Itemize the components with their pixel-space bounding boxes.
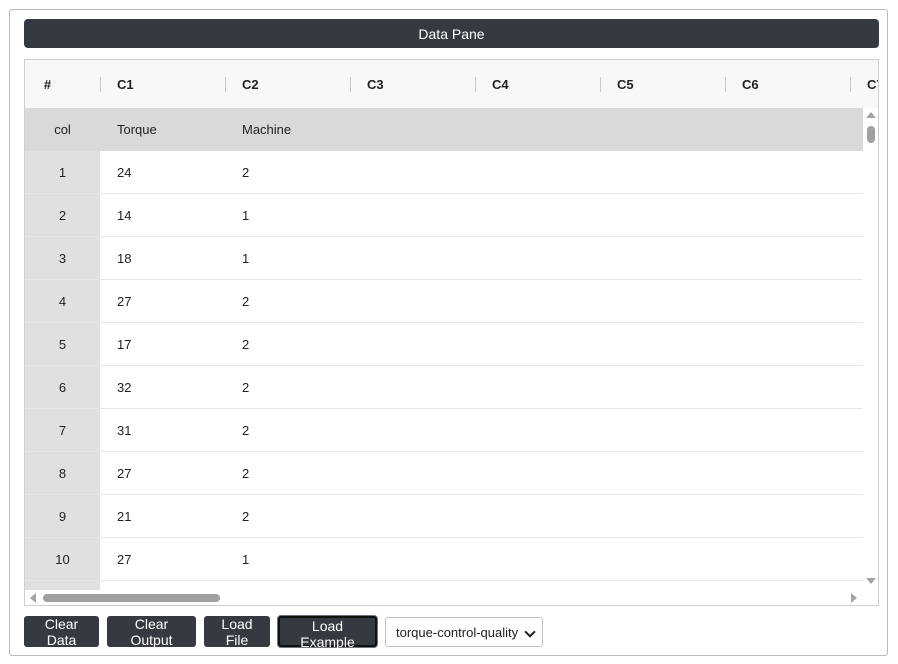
table-cell[interactable]: 32 [100,366,225,408]
table-cell[interactable]: 27 [100,280,225,322]
table-cell[interactable]: 31 [100,409,225,451]
table-cell[interactable]: 27 [100,538,225,580]
column-header-row: # C1 C2 C3 C4 C5 C6 C7 [25,60,878,109]
table-row: 6 32 2 [25,366,863,409]
column-label-row: col Torque Machine [25,108,863,151]
row-number: 8 [25,452,100,494]
column-header-c7[interactable]: C7 [850,60,878,108]
table-row: 1 24 2 [25,151,863,194]
table-row: 7 31 2 [25,409,863,452]
horizontal-scroll-thumb[interactable] [43,594,220,602]
row-number: 3 [25,237,100,279]
column-header-c4[interactable]: C4 [475,60,600,108]
table-row: 3 18 1 [25,237,863,280]
scroll-down-arrow-icon[interactable] [866,578,876,584]
column-header-c6[interactable]: C6 [725,60,850,108]
row-number [25,581,100,590]
table-cell[interactable]: 2 [225,323,350,365]
row-number: 2 [25,194,100,236]
table-row [25,581,863,590]
row-number: 5 [25,323,100,365]
table-row: 4 27 2 [25,280,863,323]
vertical-scroll-thumb[interactable] [867,126,875,143]
vertical-scrollbar[interactable] [863,108,878,590]
example-dataset-select[interactable]: torque-control-quality [385,617,543,647]
column-header-index[interactable]: # [25,60,70,108]
table-cell[interactable]: 21 [100,495,225,537]
row-number: 6 [25,366,100,408]
table-row: 9 21 2 [25,495,863,538]
table-cell[interactable]: 18 [100,237,225,279]
load-example-button[interactable]: Load Example [278,616,377,650]
column-header-c1[interactable]: C1 [100,60,225,108]
scroll-right-arrow-icon[interactable] [851,593,857,603]
column-name-cell-c1[interactable]: Torque [100,108,225,150]
table-cell[interactable]: 14 [100,194,225,236]
column-header-c2[interactable]: C2 [225,60,350,108]
table-cell[interactable]: 2 [225,280,350,322]
grid-body: col Torque Machine 1 24 2 2 14 1 3 18 1 … [25,108,863,590]
clear-data-button[interactable]: Clear Data [24,616,99,648]
table-row: 2 14 1 [25,194,863,237]
table-cell[interactable]: 2 [225,452,350,494]
table-cell[interactable]: 1 [225,237,350,279]
table-cell[interactable]: 27 [100,452,225,494]
chevron-down-icon [524,626,536,638]
column-header-c3[interactable]: C3 [350,60,475,108]
table-cell[interactable]: 2 [225,409,350,451]
table-cell[interactable]: 17 [100,323,225,365]
horizontal-scrollbar[interactable] [25,590,878,605]
row-number: 4 [25,280,100,322]
scroll-up-arrow-icon[interactable] [866,112,876,118]
table-cell[interactable]: 1 [225,538,350,580]
row-number: 9 [25,495,100,537]
table-cell[interactable]: 24 [100,151,225,193]
row-number: 1 [25,151,100,193]
table-cell[interactable]: 2 [225,366,350,408]
table-cell[interactable]: 2 [225,495,350,537]
row-header-label: col [25,108,100,150]
data-grid: # C1 C2 C3 C4 C5 C6 C7 col Torque Machin… [24,59,879,606]
column-name-cell-c2[interactable]: Machine [225,108,350,150]
column-header-c5[interactable]: C5 [600,60,725,108]
table-row: 5 17 2 [25,323,863,366]
table-cell[interactable]: 2 [225,151,350,193]
table-row: 10 27 1 [25,538,863,581]
load-file-button[interactable]: Load File [204,616,270,648]
clear-output-button[interactable]: Clear Output [107,616,196,648]
data-pane-title: Data Pane [24,19,879,48]
row-number: 10 [25,538,100,580]
table-cell[interactable]: 1 [225,194,350,236]
example-dataset-selected-value: torque-control-quality [396,624,519,640]
table-row: 8 27 2 [25,452,863,495]
scroll-left-arrow-icon[interactable] [30,593,36,603]
row-number: 7 [25,409,100,451]
